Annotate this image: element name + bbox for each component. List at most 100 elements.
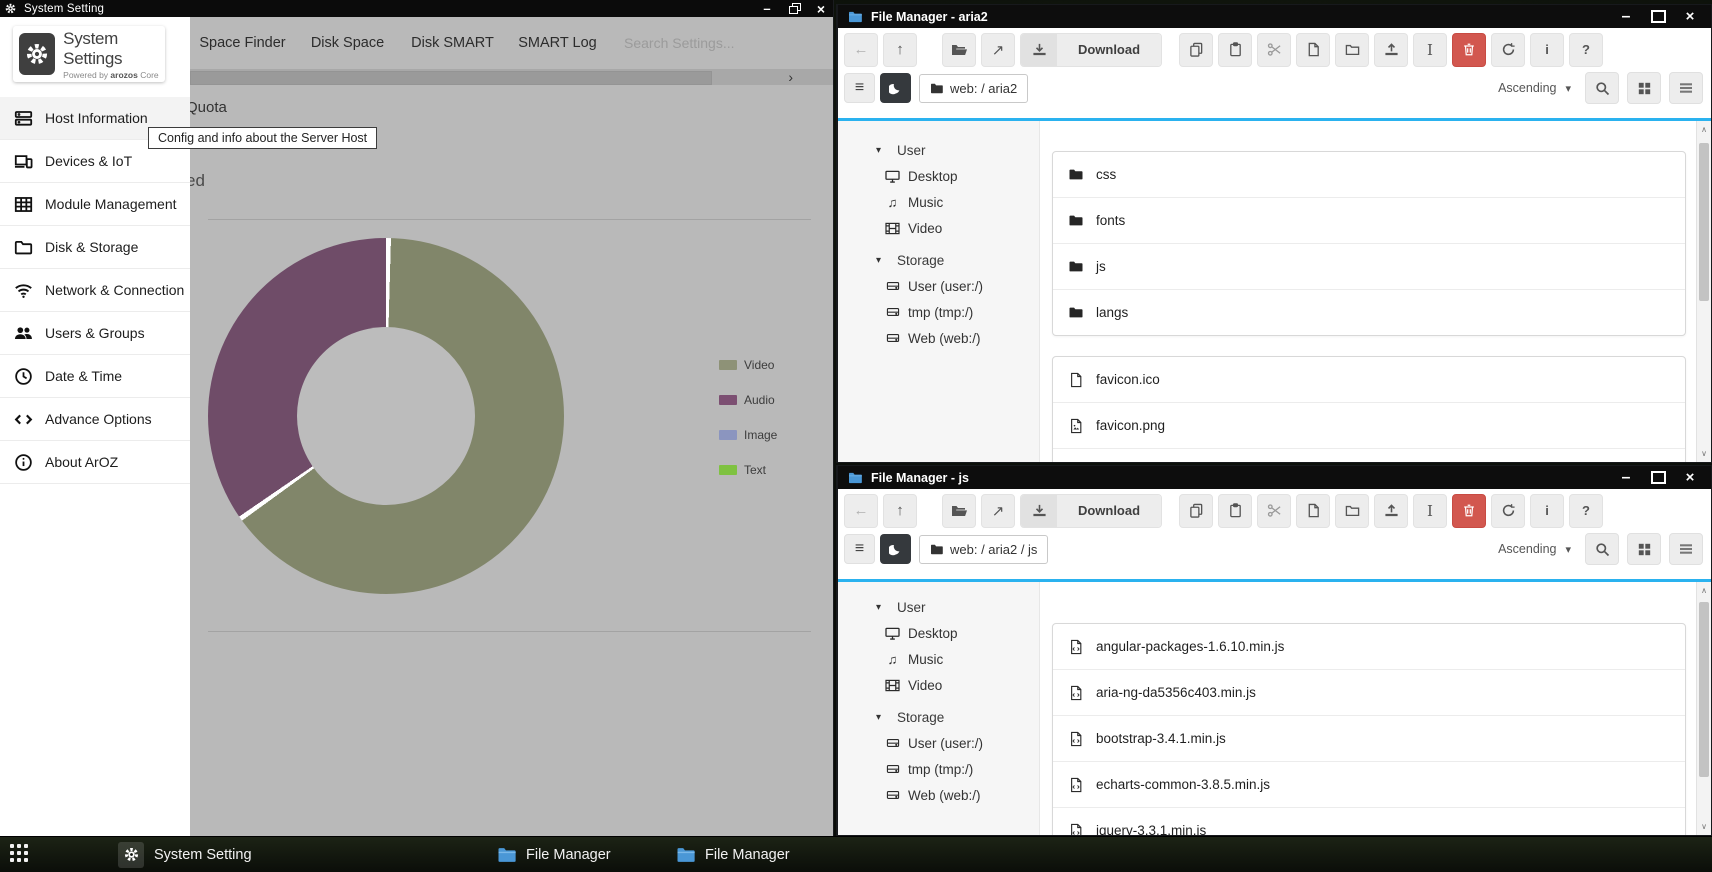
tree-group-storage[interactable]: ▾ Storage bbox=[838, 704, 1039, 730]
file-row-favicon-ico[interactable]: favicon.ico bbox=[1053, 357, 1685, 403]
tree-item-video[interactable]: Video bbox=[838, 215, 1039, 241]
tree-item-desktop[interactable]: Desktop bbox=[838, 163, 1039, 189]
tab-smart-log[interactable]: SMART Log bbox=[505, 35, 610, 51]
file-row-index-html[interactable]: index.html bbox=[1053, 449, 1685, 462]
file-row-js[interactable]: js bbox=[1053, 244, 1685, 290]
list-view-button[interactable] bbox=[1669, 72, 1703, 104]
file-row-favicon-png[interactable]: favicon.png bbox=[1053, 403, 1685, 449]
tab-scrollbar[interactable]: › bbox=[190, 69, 833, 85]
up-button[interactable]: ↑ bbox=[883, 33, 917, 67]
tree-item-tmp-drive[interactable]: tmp (tmp:/) bbox=[838, 756, 1039, 782]
new-file-button[interactable] bbox=[1296, 494, 1330, 528]
help-button[interactable]: ? bbox=[1569, 33, 1603, 67]
rename-button[interactable]: I bbox=[1413, 33, 1447, 67]
chevron-down-icon[interactable]: ▾ bbox=[1565, 543, 1571, 556]
info-button[interactable]: i bbox=[1530, 33, 1564, 67]
chevron-right-icon[interactable]: › bbox=[788, 69, 793, 85]
close-button[interactable]: × bbox=[1677, 5, 1703, 28]
delete-button[interactable] bbox=[1452, 33, 1486, 67]
rename-button[interactable]: I bbox=[1413, 494, 1447, 528]
sort-order-dropdown[interactable]: Ascending bbox=[1498, 542, 1556, 556]
open-external-button[interactable]: ↗ bbox=[981, 33, 1015, 67]
scroll-down-arrow[interactable]: ∨ bbox=[1697, 822, 1711, 831]
menu-button[interactable]: ≡ bbox=[844, 73, 875, 103]
new-folder-button[interactable] bbox=[1335, 494, 1369, 528]
refresh-button[interactable] bbox=[1491, 33, 1525, 67]
paste-button[interactable] bbox=[1218, 494, 1252, 528]
scrollbar-thumb[interactable] bbox=[1699, 602, 1709, 777]
maximize-button[interactable] bbox=[1645, 466, 1671, 489]
download-button[interactable]: Download bbox=[1020, 33, 1162, 67]
tree-group-user[interactable]: ▾ User bbox=[838, 594, 1039, 620]
scroll-up-arrow[interactable]: ∧ bbox=[1697, 125, 1711, 134]
cut-button[interactable] bbox=[1257, 494, 1291, 528]
cut-button[interactable] bbox=[1257, 33, 1291, 67]
tree-item-web-drive[interactable]: Web (web:/) bbox=[838, 782, 1039, 808]
tab-disk-smart[interactable]: Disk SMART bbox=[400, 35, 505, 51]
scroll-up-arrow[interactable]: ∧ bbox=[1697, 586, 1711, 595]
taskbar-item-file-manager-2[interactable]: File Manager bbox=[676, 837, 790, 872]
new-folder-button[interactable] bbox=[1335, 33, 1369, 67]
tab-space-finder[interactable]: Space Finder bbox=[190, 35, 295, 51]
sidebar-item-disk-storage[interactable]: Disk & Storage bbox=[0, 226, 190, 269]
download-button[interactable]: Download bbox=[1020, 494, 1162, 528]
refresh-button[interactable] bbox=[1491, 494, 1525, 528]
breadcrumb[interactable]: web: / aria2 / js bbox=[919, 535, 1048, 564]
info-button[interactable]: i bbox=[1530, 494, 1564, 528]
tree-item-music[interactable]: ♫ Music bbox=[838, 646, 1039, 672]
open-external-button[interactable]: ↗ bbox=[981, 494, 1015, 528]
minimize-button[interactable]: – bbox=[1613, 466, 1639, 489]
vertical-scrollbar[interactable]: ∧ ∨ bbox=[1696, 121, 1711, 462]
tree-group-user[interactable]: ▾ User bbox=[838, 137, 1039, 163]
maximize-button[interactable] bbox=[1645, 5, 1671, 28]
file-row-bootstrap[interactable]: bootstrap-3.4.1.min.js bbox=[1053, 716, 1685, 762]
sidebar-item-about-aroz[interactable]: About ArOZ bbox=[0, 441, 190, 484]
grid-view-button[interactable] bbox=[1627, 72, 1661, 104]
taskbar-item-system-setting[interactable]: System Setting bbox=[118, 837, 252, 872]
breadcrumb[interactable]: web: / aria2 bbox=[919, 74, 1028, 103]
settings-search-input[interactable]: Search Settings... bbox=[624, 35, 744, 51]
open-button[interactable] bbox=[942, 33, 976, 67]
taskbar-item-file-manager-1[interactable]: File Manager bbox=[497, 837, 611, 872]
scrollbar-thumb[interactable] bbox=[1699, 143, 1709, 301]
sort-order-dropdown[interactable]: Ascending bbox=[1498, 81, 1556, 95]
tree-item-tmp-drive[interactable]: tmp (tmp:/) bbox=[838, 299, 1039, 325]
tab-disk-space[interactable]: Disk Space bbox=[295, 35, 400, 51]
open-button[interactable] bbox=[942, 494, 976, 528]
file-row-fonts[interactable]: fonts bbox=[1053, 198, 1685, 244]
delete-button[interactable] bbox=[1452, 494, 1486, 528]
sidebar-item-users-groups[interactable]: Users & Groups bbox=[0, 312, 190, 355]
menu-button[interactable]: ≡ bbox=[844, 534, 875, 564]
list-view-button[interactable] bbox=[1669, 533, 1703, 565]
chevron-down-icon[interactable]: ▾ bbox=[1565, 82, 1571, 95]
sidebar-item-network-connection[interactable]: Network & Connection bbox=[0, 269, 190, 312]
back-button[interactable]: ← bbox=[844, 33, 878, 67]
upload-button[interactable] bbox=[1374, 494, 1408, 528]
copy-button[interactable] bbox=[1179, 33, 1213, 67]
file-row-aria-ng[interactable]: aria-ng-da5356c403.min.js bbox=[1053, 670, 1685, 716]
tree-item-web-drive[interactable]: Web (web:/) bbox=[838, 325, 1039, 351]
close-button[interactable]: × bbox=[1677, 466, 1703, 489]
new-file-button[interactable] bbox=[1296, 33, 1330, 67]
tree-item-video[interactable]: Video bbox=[838, 672, 1039, 698]
sidebar-item-date-time[interactable]: Date & Time bbox=[0, 355, 190, 398]
scroll-down-arrow[interactable]: ∨ bbox=[1697, 449, 1711, 458]
upload-button[interactable] bbox=[1374, 33, 1408, 67]
vertical-scrollbar[interactable]: ∧ ∨ bbox=[1696, 582, 1711, 835]
dark-mode-button[interactable] bbox=[880, 73, 911, 103]
file-row-langs[interactable]: langs bbox=[1053, 290, 1685, 335]
minimize-button[interactable]: – bbox=[1613, 5, 1639, 28]
restore-button[interactable] bbox=[784, 0, 806, 17]
tree-item-user-drive[interactable]: User (user:/) bbox=[838, 730, 1039, 756]
tree-item-user-drive[interactable]: User (user:/) bbox=[838, 273, 1039, 299]
file-row-css[interactable]: css bbox=[1053, 152, 1685, 198]
back-button[interactable]: ← bbox=[844, 494, 878, 528]
search-button[interactable] bbox=[1585, 72, 1619, 104]
minimize-button[interactable]: – bbox=[756, 0, 778, 17]
sidebar-item-module-management[interactable]: Module Management bbox=[0, 183, 190, 226]
search-button[interactable] bbox=[1585, 533, 1619, 565]
paste-button[interactable] bbox=[1218, 33, 1252, 67]
help-button[interactable]: ? bbox=[1569, 494, 1603, 528]
tree-item-music[interactable]: ♫ Music bbox=[838, 189, 1039, 215]
app-launcher-button[interactable] bbox=[10, 844, 28, 862]
